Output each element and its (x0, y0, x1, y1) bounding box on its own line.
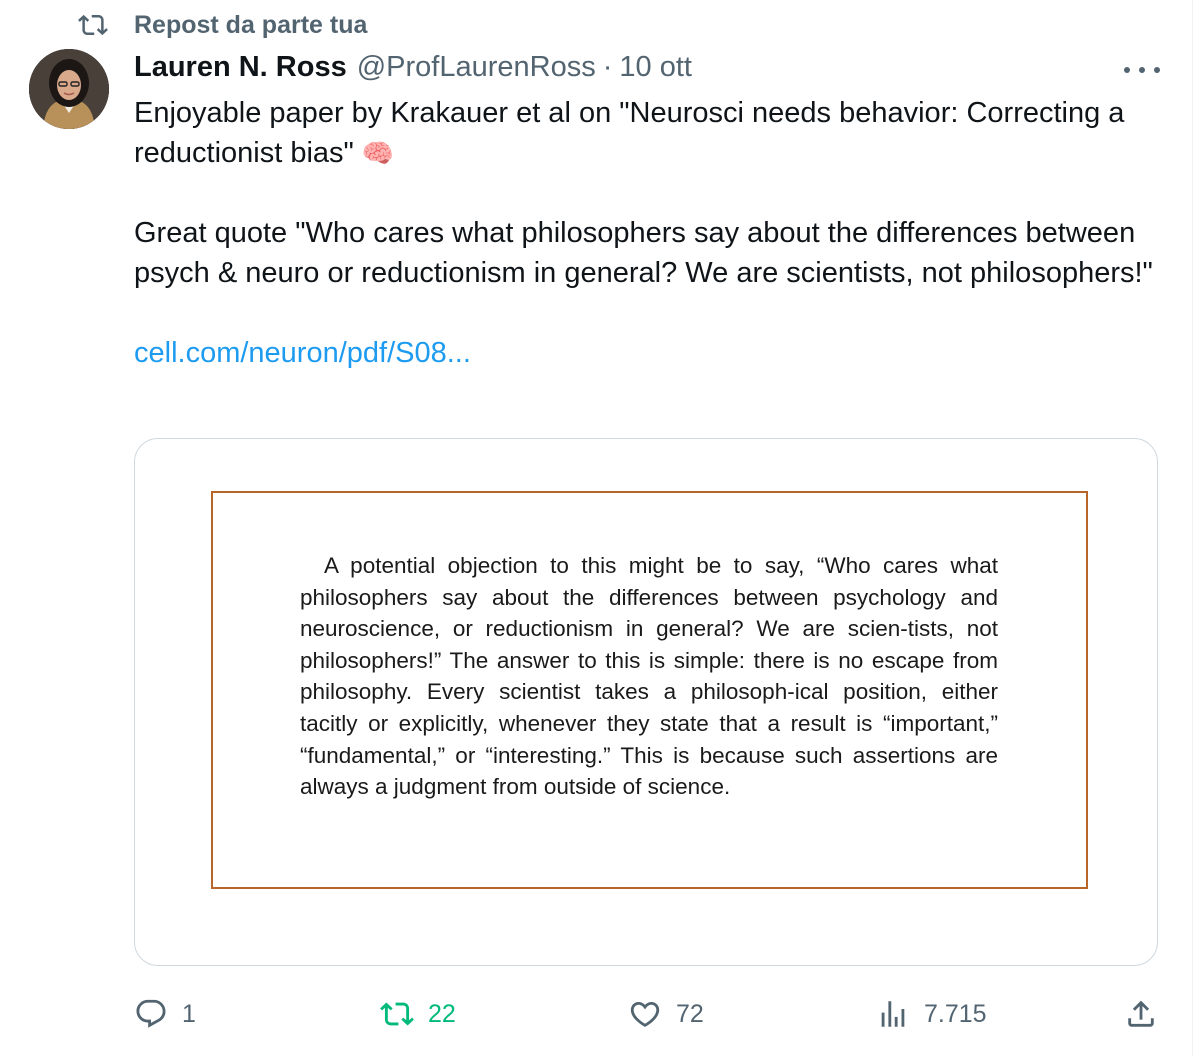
share-icon (1128, 1000, 1154, 1027)
like-count: 72 (676, 999, 704, 1028)
more-options-icon[interactable] (1124, 58, 1160, 82)
repost-label[interactable]: Repost da parte tua (134, 11, 367, 40)
views-count: 7.715 (924, 999, 987, 1028)
timeline-divider (1192, 0, 1193, 1056)
paper-excerpt-text: A potential objection to this might be t… (300, 553, 998, 800)
author-avatar[interactable] (29, 49, 109, 129)
repost-count: 22 (428, 999, 456, 1028)
repost-action-icon (380, 1002, 414, 1026)
like-button[interactable]: 72 (628, 994, 704, 1034)
reply-count: 1 (182, 999, 196, 1028)
views-chart-icon (881, 1001, 905, 1027)
share-button[interactable] (1124, 994, 1158, 1034)
author-handle[interactable]: @ProfLaurenRoss (357, 51, 596, 84)
tweet-link[interactable]: cell.com/neuron/pdf/S08... (134, 337, 471, 369)
reply-button[interactable]: 1 (134, 994, 196, 1034)
tweet-paragraph-1: Enjoyable paper by Krakauer et al on "Ne… (134, 97, 1125, 169)
views-button[interactable]: 7.715 (876, 994, 987, 1034)
tweet-timestamp[interactable]: 10 ott (619, 51, 692, 84)
header-separator: · (602, 51, 613, 83)
reply-icon (136, 999, 166, 1028)
paper-excerpt-frame: A potential objection to this might be t… (211, 491, 1088, 889)
tweet-paragraph-2: Great quote "Who cares what philosophers… (134, 217, 1153, 289)
tweet-header: Lauren N. Ross @ProfLaurenRoss · 10 ott (134, 51, 692, 89)
repost-indicator: Repost da parte tua (78, 8, 367, 42)
tweet-actions: 1 22 72 7.715 (134, 994, 1164, 1034)
heart-icon (630, 1001, 660, 1027)
repost-button[interactable]: 22 (380, 994, 456, 1034)
tweet-image-card[interactable]: A potential objection to this might be t… (134, 438, 1158, 966)
repost-icon (78, 10, 108, 40)
brain-emoji-icon: 🧠 (361, 138, 395, 168)
tweet-text: Enjoyable paper by Krakauer et al on "Ne… (134, 93, 1174, 373)
author-name[interactable]: Lauren N. Ross (134, 51, 347, 84)
